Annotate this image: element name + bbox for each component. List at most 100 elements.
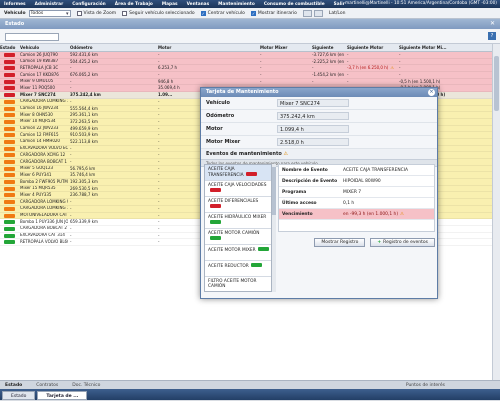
event-list-item[interactable]: ACEITE CAJA TRANSFERENCIA	[205, 165, 271, 181]
column-header[interactable]: Siguiente Motor Mi...	[397, 44, 454, 51]
odometer-cell: 372.263,5 km	[68, 119, 156, 125]
vehicle-cell-text: Camion 26 JUQ790	[20, 52, 58, 57]
checkbox-box[interactable]: ✓	[200, 10, 206, 16]
vehicle-cell: Mixer 10 MQR534	[18, 119, 68, 125]
odometer-cell: 56.795,6 km	[68, 166, 156, 172]
tab-estado[interactable]: Estado	[5, 383, 22, 388]
odometer-cell-text: 56.795,6 km	[70, 165, 96, 171]
event-list-item[interactable]: ACEITE CAJA VELOCIDADES	[205, 181, 271, 197]
column-header[interactable]: Motor	[156, 44, 258, 51]
tab-contratos[interactable]: Contratos	[36, 383, 58, 388]
table-row[interactable]: Camion 26 JUQ790 592.431,6 km - - -3.727,6 k…	[0, 52, 492, 59]
next-odometer-cell: -	[310, 65, 345, 71]
checkbox-centrar-veh-culo[interactable]: ✓ Centrar vehículo	[200, 10, 245, 16]
menu-item-informes[interactable]: Informes	[4, 2, 26, 7]
odometer-cell: 522.113,8 km	[68, 139, 156, 145]
table-row[interactable]: RETROPALA JCB 3C -6.253,7 h - - -3,7 h (en 6…	[0, 65, 492, 73]
help-icon[interactable]: ?	[488, 32, 496, 40]
next-odometer-cell: -	[310, 79, 345, 85]
menu-item-ventanas[interactable]: Ventanas	[187, 2, 210, 7]
engine-cell-text: -	[158, 118, 160, 124]
status-cell	[0, 152, 18, 158]
dialog-titlebar: Tarjeta de Mantenimiento ×	[201, 88, 437, 97]
vehicle-cell: Camion 14 HMH020	[18, 139, 68, 145]
toolbar-tool-button[interactable]	[302, 9, 312, 17]
checkbox-vista-de-zoom[interactable]: Vista de Zoom	[76, 10, 116, 16]
odometer-cell-text: -	[70, 78, 72, 84]
checkbox-box[interactable]	[122, 10, 128, 16]
table-row[interactable]: Camion 19 KWI387 504.425,2 km - - -2.225,2 k…	[0, 58, 492, 66]
checkbox-mostrar-itinerario[interactable]: ✓ Mostrar itinerario	[250, 10, 297, 16]
vehicle-cell-text: CARGADORA LOMKING 9	[20, 199, 68, 204]
grid-scrollbar[interactable]	[492, 44, 500, 380]
tab-doc-tecnico[interactable]: Doc. Técnico	[72, 383, 100, 388]
status-cell	[0, 226, 18, 232]
table-row[interactable]: Mixer 9 OMU105 - 946,8 h - - - -0,5 h (en 1.50…	[0, 78, 492, 86]
event-list-item[interactable]: FILTRO ACEITE MOTOR CAMIÓN	[205, 277, 271, 291]
event-list-item[interactable]: ACEITE MOTOR MIXER	[205, 245, 271, 261]
info-row: Odómetro 375.242,4 km	[201, 110, 437, 123]
engine-cell: 6.253,7 h	[156, 65, 258, 71]
next-mixer-cell-text: -	[399, 58, 401, 64]
grid-header: Estado ▼VehículoOdómetroMotorMotor Mixer…	[0, 44, 492, 52]
vehicle-cell: Mixer 6 PUY341	[18, 172, 68, 178]
engine-cell-text: -	[158, 172, 160, 178]
odometer-cell: 504.425,2 km	[68, 59, 156, 65]
next-odometer-cell-text: -	[312, 78, 314, 84]
close-panel-icon[interactable]: ✕	[490, 19, 495, 29]
grid-search-input[interactable]	[5, 33, 59, 41]
next-engine-cell: -	[345, 59, 397, 65]
event-name: ACEITE CAJA TRANSFERENCIA	[208, 167, 244, 178]
odometer-cell: 499.659,9 km	[68, 126, 156, 132]
menu-item--rea-de-trabajo[interactable]: Área de Trabajo	[115, 2, 153, 7]
engine-cell-text: -	[158, 192, 160, 198]
truck-status-icon	[4, 233, 15, 238]
odometer-cell-text: -	[70, 225, 72, 231]
taskbar-tab-tarjeta[interactable]: Tarjeta de ...	[37, 391, 88, 400]
event-list-item[interactable]: ACEITE MOTOR CAMIÓN	[205, 229, 271, 245]
scrollbar-thumb[interactable]	[494, 56, 499, 111]
engine-cell-text: -	[158, 219, 160, 225]
column-header[interactable]: Odómetro	[68, 44, 156, 51]
menu-item-administrar[interactable]: Administrar	[35, 2, 64, 7]
info-label: Odómetro	[206, 113, 235, 119]
menu-item-mantenimiento[interactable]: Mantenimiento	[218, 2, 255, 7]
vehicle-cell: EXCAVADORA CAT 314	[18, 233, 68, 239]
column-header[interactable]: Siguiente Odómetro Ev...	[310, 44, 345, 51]
column-header[interactable]: Siguiente Motor Evento	[345, 44, 397, 51]
checkbox-seguir-veh-culo-seleccionado[interactable]: Seguir vehículo seleccionado	[122, 10, 195, 16]
close-icon[interactable]: ×	[428, 89, 435, 96]
menu-item-mapas[interactable]: Mapas	[162, 2, 178, 7]
next-engine-cell-text: -	[347, 72, 349, 78]
event-list-item[interactable]: ACEITE HIDRÁULICO MIXER	[205, 213, 271, 229]
column-header[interactable]: Motor Mixer	[258, 44, 310, 51]
mixer-engine-cell: -	[258, 52, 310, 58]
show-record-button[interactable]: Mostrar Registro	[314, 238, 366, 247]
vehicle-filter-select[interactable]: Todos	[28, 9, 71, 17]
scrollbar-thumb[interactable]	[272, 167, 276, 215]
events-scrollbar[interactable]	[272, 164, 276, 292]
events-title-text: Eventos de mantenimiento	[206, 151, 282, 157]
event-list-item[interactable]: ACEITE DIFERENCIALES	[205, 197, 271, 213]
toolbar: Vehículo Todos Vista de Zoom Seguir vehíc…	[0, 8, 500, 19]
toolbar-tool-button[interactable]	[313, 9, 323, 17]
vehicle-cell-text: Mixer 11 POQ500	[20, 85, 55, 90]
column-header[interactable]: Vehículo	[18, 44, 68, 51]
menu-item-salir[interactable]: Salir	[334, 2, 345, 7]
tab-puntos-interes[interactable]: Puntos de interés	[406, 383, 445, 388]
column-header[interactable]: Estado ▼	[0, 44, 18, 51]
checkbox-box[interactable]	[76, 10, 82, 16]
event-list-item[interactable]: ACEITE REDUCTOR	[205, 261, 271, 277]
next-mixer-cell: -	[397, 65, 454, 71]
checkbox-box[interactable]: ✓	[250, 10, 256, 16]
add-event-record-button[interactable]: + Registro de eventos	[370, 238, 435, 247]
odometer-cell-text: 676.065,2 km	[70, 72, 98, 78]
menu-item-configuraci-n[interactable]: Configuración	[72, 2, 106, 7]
truck-status-icon	[4, 186, 15, 191]
vehicle-cell: Mixer 15 MQR535	[18, 186, 68, 192]
table-row[interactable]: Camion 17 KKD876 676.065,2 km - - -1.454,2 k…	[0, 72, 492, 79]
engine-cell-text: -	[158, 239, 160, 245]
taskbar-tab-estado[interactable]: Estado	[2, 391, 36, 400]
menu-item-consumo-de-combustible[interactable]: Consumo de combustible	[264, 2, 325, 7]
grid-toolbar: ?	[0, 29, 500, 44]
